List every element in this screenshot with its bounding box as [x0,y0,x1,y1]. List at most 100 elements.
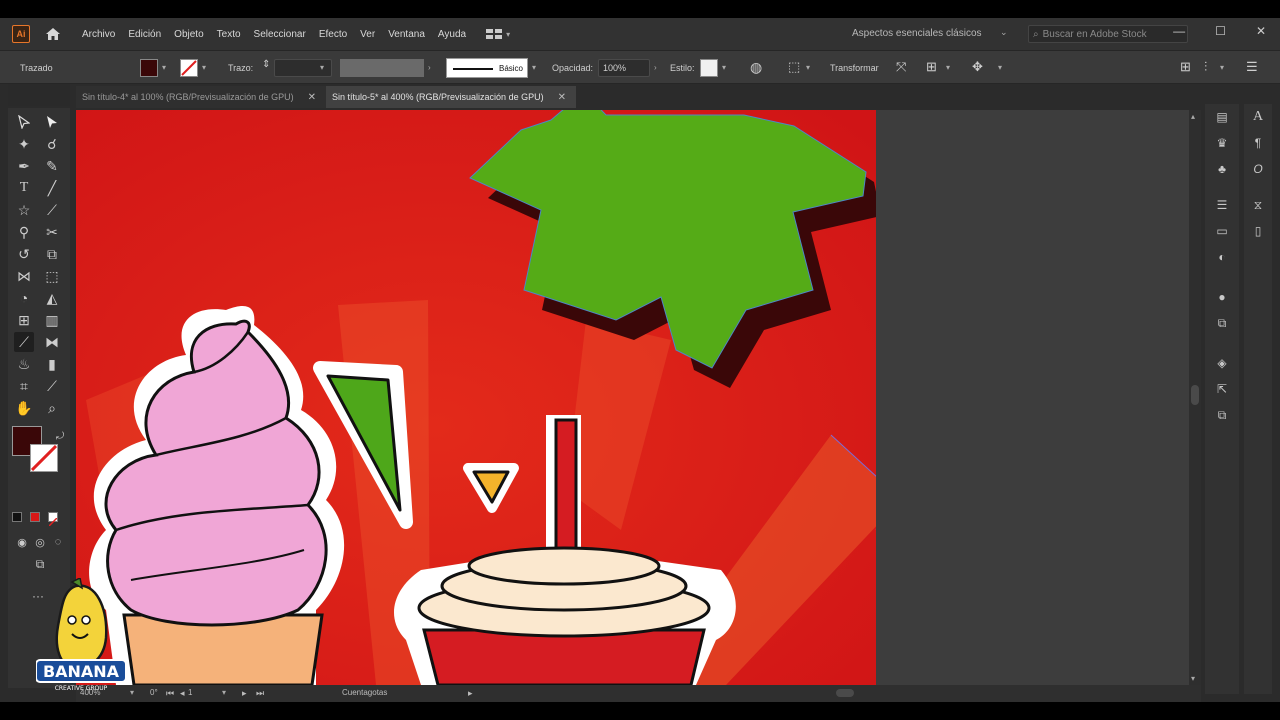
character-icon[interactable]: A [1249,108,1267,126]
gradient-mode-icon[interactable] [30,512,40,522]
puppet-warp-icon[interactable]: ✥ [972,59,983,75]
pen-tool-icon[interactable]: ✒ [14,156,34,176]
grid-layout-icon[interactable]: ⊞ [1180,59,1191,75]
rotate-tool-icon[interactable]: ↺ [14,244,34,264]
stroke-weight-stepper[interactable]: ⇕ [262,59,270,70]
free-transform-tool-icon[interactable]: ⬚ [42,266,62,286]
zoom-tool-icon[interactable]: ⌕ [42,398,62,418]
workspace-selector[interactable]: Aspectos esenciales clásicos [852,28,982,39]
menu-ventana[interactable]: Ventana [388,29,425,40]
home-icon[interactable] [44,25,62,43]
transform-button[interactable]: Transformar [830,63,879,73]
first-artboard-icon[interactable]: ⏮ [166,688,174,699]
graphic-styles-icon[interactable]: ⧉ [1213,314,1231,332]
artboard[interactable] [76,110,876,685]
width-tool-icon[interactable]: ⋈ [14,266,34,286]
tools-panel-header[interactable] [8,84,70,106]
selection-tool-icon[interactable] [14,112,34,132]
rotation-value[interactable]: 0° [150,688,158,697]
artwork-canvas[interactable] [76,110,876,685]
gradient-panel-icon[interactable]: ▭ [1213,222,1231,240]
artboard-tool-icon[interactable]: ⌗ [14,376,34,396]
fill-swatch[interactable] [140,59,158,77]
paragraph-icon[interactable]: ¶ [1249,134,1267,152]
brush-definition-dropdown[interactable]: Básico [446,58,528,78]
stock-search-input[interactable]: ⌕ Buscar en Adobe Stock [1028,25,1188,43]
maximize-icon[interactable]: ☐ [1215,24,1226,38]
panel-options-icon[interactable]: ⫶ [1204,59,1207,75]
transform-each-icon[interactable]: ⤧ [896,59,906,75]
scroll-down-icon[interactable]: ▾ [1191,674,1195,683]
line-tool-icon[interactable]: ╱ [42,178,62,198]
direct-selection-tool-icon[interactable] [42,112,62,132]
menu-texto[interactable]: Texto [217,29,241,40]
last-artboard-icon[interactable]: ⏭ [256,688,264,699]
scale-tool-icon[interactable]: ⧉ [42,244,62,264]
graphic-style-swatch[interactable] [700,59,718,77]
stroke-color-box[interactable] [30,444,58,472]
close-icon[interactable]: ✕ [1256,24,1266,38]
none-mode-icon[interactable] [48,512,58,527]
isolate-icon[interactable]: ⊞ [926,59,937,75]
menu-archivo[interactable]: Archivo [82,29,115,40]
chevron-right-icon[interactable]: › [654,63,657,72]
align-icon[interactable]: ⬚ [788,59,800,75]
hand-tool-icon[interactable]: ✋ [14,398,34,418]
close-icon[interactable]: ✕ [308,92,316,103]
star-tool-icon[interactable]: ☆ [14,200,34,220]
swap-fill-stroke-icon[interactable]: ⤾ [50,426,70,446]
slice-tool-icon[interactable]: ⟋ [42,376,62,396]
symbol-sprayer-tool-icon[interactable]: ♨ [14,354,34,374]
links-icon[interactable]: ▯ [1249,222,1267,240]
minimize-icon[interactable]: — [1173,24,1185,38]
properties-icon[interactable]: ▤ [1213,108,1231,126]
draw-inside-icon[interactable]: ◌ [48,532,68,552]
next-artboard-icon[interactable]: ▸ [242,688,247,699]
opentype-icon[interactable]: O [1249,160,1267,178]
image-trace-icon[interactable]: ⧖ [1249,196,1267,214]
tab-document-4[interactable]: Sin título-4* al 100% (RGB/Previsualizac… [76,86,326,108]
layers-icon[interactable]: ◈ [1213,354,1231,372]
draw-normal-icon[interactable]: ◉ [12,532,32,552]
eyedropper-tool-icon[interactable]: ⟋ [14,332,34,352]
menu-lines-icon[interactable]: ☰ [1246,59,1258,75]
stroke-swatch[interactable] [180,59,198,77]
blend-tool-icon[interactable]: ⧓ [42,332,62,352]
previous-artboard-icon[interactable]: ◂ [180,688,185,699]
horizontal-scroll-thumb[interactable] [836,689,854,697]
menu-seleccionar[interactable]: Seleccionar [254,29,306,40]
stroke-panel-icon[interactable]: ☰ [1213,196,1231,214]
menu-edicion[interactable]: Edición [128,29,161,40]
symbols-icon[interactable]: ♣ [1213,160,1231,178]
menu-ayuda[interactable]: Ayuda [438,29,466,40]
draw-behind-icon[interactable]: ◎ [30,532,50,552]
artboards-icon[interactable]: ⧉ [1213,406,1231,424]
appearance-icon[interactable]: ● [1213,288,1231,306]
lasso-tool-icon[interactable]: ☌ [42,134,62,154]
close-icon[interactable]: ✕ [558,92,566,103]
shaper-tool-icon[interactable]: ⚲ [14,222,34,242]
magic-wand-tool-icon[interactable]: ✦ [14,134,34,154]
color-mode-icon[interactable] [12,512,22,522]
shape-builder-tool-icon[interactable]: ◔ [14,288,34,308]
variable-width-profile[interactable] [340,59,424,77]
scissors-tool-icon[interactable]: ✂ [42,222,62,242]
curvature-tool-icon[interactable]: ✎ [42,156,62,176]
column-graph-tool-icon[interactable]: ▮ [42,354,62,374]
recolor-icon[interactable]: ◍ [750,59,762,76]
gradient-tool-icon[interactable]: ▥ [42,310,62,330]
status-menu-icon[interactable]: ▸ [468,688,473,699]
perspective-grid-tool-icon[interactable]: ◭ [42,288,62,308]
screen-mode-icon[interactable]: ⧉ [30,554,50,574]
artboard-number[interactable]: 1 [188,688,192,697]
scroll-thumb[interactable] [1191,385,1199,405]
libraries-icon[interactable]: ♛ [1213,134,1231,152]
paintbrush-tool-icon[interactable]: ⟋ [42,200,62,220]
menu-efecto[interactable]: Efecto [319,29,347,40]
menu-ver[interactable]: Ver [360,29,375,40]
opacity-field[interactable]: 100% [598,59,650,77]
export-icon[interactable]: ⇱ [1213,380,1231,398]
arrange-documents-button[interactable]: ▾ [486,29,510,39]
mesh-tool-icon[interactable]: ⊞ [14,310,34,330]
transparency-icon[interactable]: ◐ [1213,248,1231,266]
